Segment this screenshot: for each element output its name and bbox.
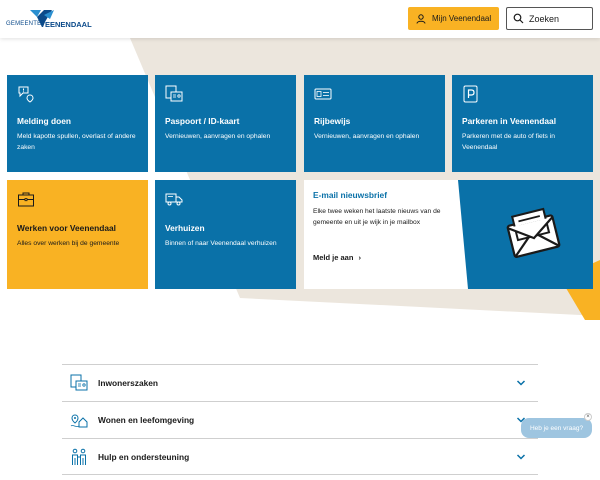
tile-title: Verhuizen	[165, 223, 205, 233]
tile-description: Parkeren met de auto of fiets in Veenend…	[462, 133, 555, 151]
search-input[interactable]: Zoeken	[506, 7, 593, 30]
tile-title: Rijbewijs	[314, 116, 351, 126]
people-icon	[72, 448, 86, 465]
drivers-license-icon	[314, 88, 332, 100]
parking-icon	[463, 85, 478, 103]
tile-description: Vernieuwen, aanvragen en ophalen	[165, 133, 271, 140]
mijn-veenendaal-label: Mijn Veenendaal	[432, 14, 492, 23]
id-card-icon	[70, 374, 88, 391]
newsletter-block: E-mail nieuwsbrief Elke twee weken het l…	[304, 180, 593, 289]
chevron-right-icon: ›	[358, 253, 362, 262]
briefcase-icon	[18, 192, 34, 207]
accordion-label: Hulp en ondersteuning	[98, 451, 190, 462]
close-icon: ×	[586, 414, 590, 420]
accordion-wonen-en-leefomgeving[interactable]: Wonen en leefomgeving	[62, 401, 538, 438]
chat-label: Heb je een vraag?	[529, 424, 584, 432]
newsletter-title: E-mail nieuwsbrief	[313, 190, 387, 200]
location-home-icon	[70, 414, 88, 428]
moving-truck-icon	[165, 193, 183, 206]
envelope-icon	[506, 207, 561, 258]
tile-paspoort-id-kaart[interactable]: Paspoort / ID-kaart Vernieuwen, aanvrage…	[155, 75, 296, 172]
newsletter-panel-edge	[448, 180, 468, 289]
tile-werken-voor-veenendaal[interactable]: Werken voor Veenendaal Alles over werken…	[7, 180, 148, 289]
accordion-label: Wonen en leefomgeving	[98, 415, 195, 425]
chevron-down-icon	[516, 380, 526, 386]
site-logo[interactable]: GEMEENTE VEENENDAAL	[6, 7, 98, 31]
tile-verhuizen[interactable]: Verhuizen Binnen of naar Veenendaal verh…	[155, 180, 296, 289]
search-icon	[513, 13, 524, 24]
report-location-icon	[18, 86, 34, 103]
tile-parkeren[interactable]: Parkeren in Veenendaal Parkeren met de a…	[452, 75, 593, 172]
tile-title: Paspoort / ID-kaart	[165, 116, 240, 126]
passport-icon	[165, 85, 183, 102]
tile-title: Parkeren in Veenendaal	[462, 116, 557, 126]
chevron-down-icon	[516, 453, 526, 460]
tile-rijbewijs[interactable]: Rijbewijs Vernieuwen, aanvragen en ophal…	[304, 75, 445, 172]
accordion-hulp-en-ondersteuning[interactable]: Hulp en ondersteuning	[62, 438, 538, 475]
tile-description: Binnen of naar Veenendaal verhuizen	[165, 240, 277, 247]
tile-description: Vernieuwen, aanvragen en ophalen	[314, 133, 420, 140]
logo-prefix: GEMEENTE	[6, 21, 42, 27]
user-icon	[416, 13, 426, 24]
chat-close-button[interactable]: ×	[584, 413, 592, 421]
tile-melding-doen[interactable]: Melding doen Meld kapotte spullen, overl…	[7, 75, 148, 172]
newsletter-description: Elke twee weken het laatste nieuws van d…	[313, 208, 441, 226]
mijn-veenendaal-button[interactable]: Mijn Veenendaal	[408, 7, 499, 30]
site-header: GEMEENTE VEENENDAAL Mijn Veenendaal Zoek…	[0, 0, 600, 38]
tile-description: Alles over werken bij de gemeente	[17, 240, 120, 247]
tile-title: Melding doen	[17, 116, 71, 126]
newsletter-link-label: Meld je aan	[313, 253, 354, 262]
newsletter-signup-link[interactable]: Meld je aan ›	[313, 253, 361, 262]
accordion-inwonerszaken[interactable]: Inwonerszaken	[62, 364, 538, 401]
tile-title: Werken voor Veenendaal	[17, 223, 116, 233]
accordion-label: Inwonerszaken	[98, 378, 159, 388]
chat-widget-button[interactable]: Heb je een vraag?	[521, 418, 592, 438]
search-placeholder: Zoeken	[529, 13, 560, 24]
tile-description: Meld kapotte spullen, overlast of andere…	[17, 133, 136, 151]
logo-name: VEENENDAAL	[40, 20, 92, 29]
